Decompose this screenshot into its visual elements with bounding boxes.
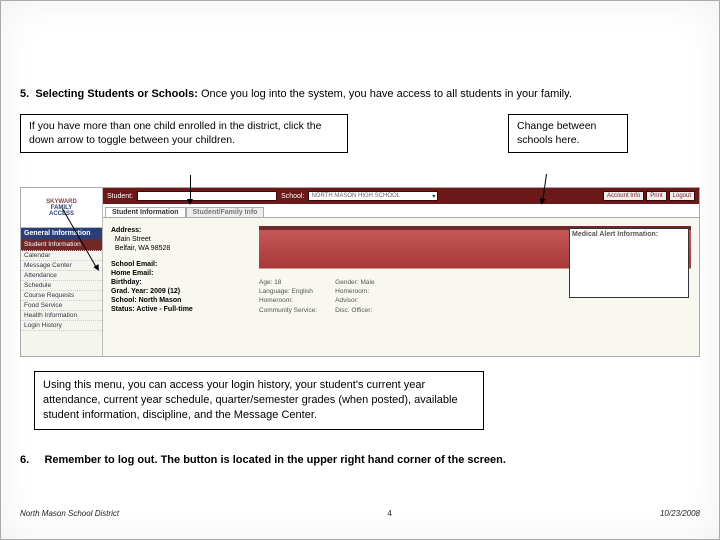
- callout-student-toggle: If you have more than one child enrolled…: [20, 114, 348, 153]
- tab-student-information[interactable]: Student Information: [105, 207, 186, 217]
- logout-button[interactable]: Logout: [669, 191, 695, 201]
- footer-date: 10/23/2008: [660, 509, 700, 518]
- nav-item[interactable]: Login History: [21, 321, 102, 331]
- nav-item[interactable]: Food Service: [21, 301, 102, 311]
- footer-left: North Mason School District: [20, 509, 119, 518]
- callout-menu-description: Using this menu, you can access your log…: [34, 371, 484, 430]
- account-info-button[interactable]: Account Info: [603, 191, 644, 201]
- student-info-block: Address: Main Street Belfair, WA 98528 S…: [111, 226, 251, 348]
- student-photo-panel: Medical Alert Information: Age: 18 Langu…: [259, 226, 691, 348]
- page-footer: North Mason School District 4 10/23/2008: [20, 509, 700, 518]
- app-screenshot: SKYWARD FAMILY ACCESS General Informatio…: [20, 187, 700, 357]
- student-dropdown[interactable]: [137, 191, 277, 201]
- nav-item[interactable]: Course Requests: [21, 291, 102, 301]
- print-button[interactable]: Print: [646, 191, 666, 201]
- page-number: 4: [387, 509, 391, 518]
- school-dropdown[interactable]: NORTH MASON HIGH SCHOOL: [308, 191, 438, 201]
- section-5-heading: 5. Selecting Students or Schools: Once y…: [20, 88, 700, 100]
- arrow-down-icon: [190, 175, 191, 202]
- nav-item[interactable]: Student Information: [21, 239, 102, 251]
- nav-item[interactable]: Health Information: [21, 311, 102, 321]
- medical-alert-box: Medical Alert Information:: [569, 228, 689, 298]
- nav-item[interactable]: Attendance: [21, 271, 102, 281]
- tab-student-family-info[interactable]: Student/Family Info: [186, 207, 265, 217]
- section-6: 6. Remember to log out. The button is lo…: [20, 454, 700, 466]
- student-label: Student:: [107, 193, 133, 200]
- callout-school-toggle: Change between schools here.: [508, 114, 628, 153]
- nav-item[interactable]: Schedule: [21, 281, 102, 291]
- nav-header: General Information: [21, 228, 102, 239]
- nav-item[interactable]: Message Center: [21, 261, 102, 271]
- school-label: School:: [281, 193, 304, 200]
